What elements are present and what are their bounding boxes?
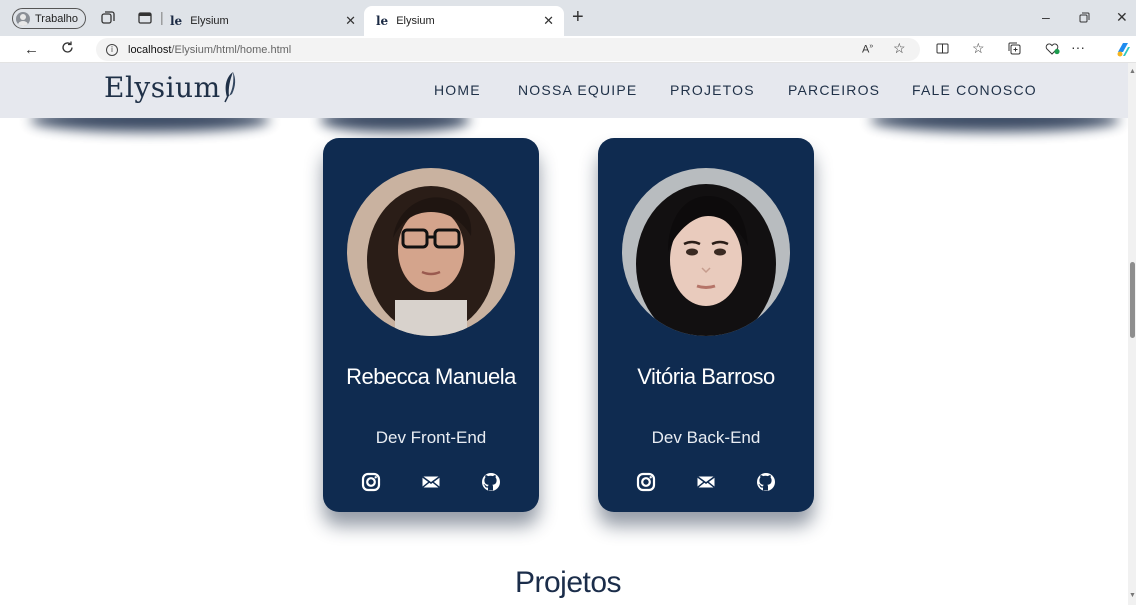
close-tab-icon[interactable]: ✕: [543, 13, 554, 29]
minimize-icon[interactable]: –: [1042, 9, 1050, 25]
scrollbar-thumb[interactable]: [1130, 262, 1135, 338]
elysium-favicon-icon: le: [170, 14, 183, 28]
tab-actions-icon[interactable]: [138, 11, 152, 27]
github-icon[interactable]: [756, 472, 776, 492]
member-name: Vitória Barroso: [637, 364, 775, 389]
back-icon[interactable]: ←: [24, 42, 39, 57]
restore-icon[interactable]: [1079, 10, 1090, 26]
close-tab-icon[interactable]: ✕: [345, 13, 356, 29]
github-icon[interactable]: [481, 472, 501, 492]
scroll-up-icon[interactable]: ▲: [1129, 68, 1136, 75]
url-input[interactable]: i localhost/Elysium/html/home.html: [96, 38, 920, 61]
mail-icon[interactable]: [421, 472, 441, 492]
tab-title: Elysium: [396, 15, 435, 27]
more-options-icon[interactable]: ···: [1071, 40, 1085, 54]
scroll-down-icon[interactable]: ▼: [1129, 592, 1136, 599]
collections-icon[interactable]: [1008, 42, 1021, 57]
new-tab-icon[interactable]: +: [572, 6, 584, 29]
split-screen-icon[interactable]: [936, 42, 949, 57]
member-social-links: [598, 472, 814, 492]
tab-active[interactable]: le Elysium ✕: [364, 6, 564, 36]
member-name: Rebecca Manuela: [346, 364, 516, 389]
elysium-favicon-icon: le: [376, 14, 389, 28]
profile-button[interactable]: Trabalho: [12, 8, 86, 29]
favorites-icon[interactable]: ☆: [972, 41, 985, 55]
favorite-star-icon[interactable]: ☆: [893, 41, 906, 55]
member-social-links: [323, 472, 539, 492]
address-toolbar: ← i localhost/Elysium/html/home.html A» …: [0, 36, 1136, 63]
browser-tab-bar: Trabalho | le Elysium ✕ le Elysium ✕ + –…: [0, 0, 1136, 36]
profile-label: Trabalho: [35, 12, 79, 25]
tab-inactive[interactable]: le Elysium ✕: [170, 6, 360, 36]
member-photo: [622, 168, 790, 336]
refresh-icon[interactable]: [60, 40, 75, 57]
section-title-projetos: Projetos: [514, 566, 622, 599]
nav-parceiros[interactable]: PARCEIROS: [788, 82, 880, 98]
mail-icon[interactable]: [696, 472, 716, 492]
team-member-card: Rebecca Manuela Dev Front-End: [323, 138, 539, 512]
copilot-icon[interactable]: [1115, 41, 1132, 60]
feather-icon: [223, 71, 237, 103]
nav-home[interactable]: HOME: [434, 82, 481, 98]
url-path: /Elysium/html/home.html: [171, 43, 292, 56]
nav-nossa-equipe[interactable]: NOSSA EQUIPE: [518, 82, 637, 98]
team-member-card: Vitória Barroso Dev Back-End: [598, 138, 814, 512]
tab-title: Elysium: [190, 15, 229, 27]
site-header: Elysium HOME NOSSA EQUIPE PROJETOS PARCE…: [0, 63, 1128, 118]
site-logo[interactable]: Elysium: [104, 71, 237, 104]
nav-projetos[interactable]: PROJETOS: [670, 82, 755, 98]
site-info-icon[interactable]: i: [106, 43, 118, 56]
url-host: localhost: [128, 43, 172, 56]
logo-text: Elysium: [104, 71, 221, 104]
tab-separator: |: [160, 9, 164, 25]
browser-essentials-icon[interactable]: [1045, 42, 1060, 57]
member-role: Dev Front-End: [375, 428, 487, 447]
profile-avatar-icon: [16, 11, 30, 26]
instagram-icon[interactable]: [361, 472, 381, 492]
member-photo: [347, 168, 515, 336]
read-aloud-icon[interactable]: A»: [862, 43, 873, 56]
member-role: Dev Back-End: [651, 428, 761, 447]
close-window-icon[interactable]: ✕: [1116, 9, 1128, 26]
nav-fale-conosco[interactable]: FALE CONOSCO: [912, 82, 1037, 98]
instagram-icon[interactable]: [636, 472, 656, 492]
workspaces-icon[interactable]: [101, 11, 115, 27]
